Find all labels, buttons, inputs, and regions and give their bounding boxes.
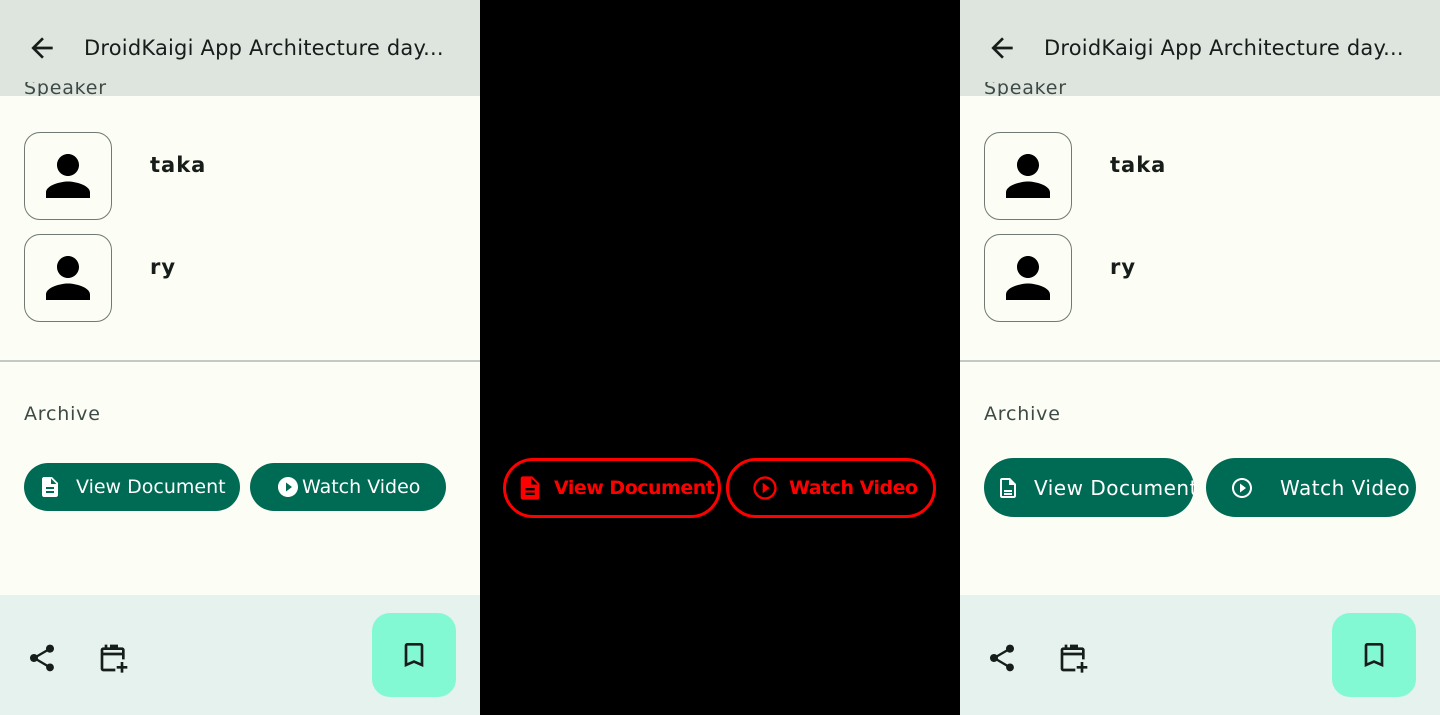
section-divider bbox=[960, 360, 1440, 362]
session-title: DroidKaigi App Architecture day... bbox=[1044, 36, 1404, 60]
speaker-avatar bbox=[24, 132, 112, 220]
speaker-name: taka bbox=[150, 153, 207, 177]
back-arrow-icon[interactable] bbox=[986, 32, 1018, 64]
watch-video-label: Watch Video bbox=[1280, 475, 1411, 500]
diff-watch-video-button: Watch Video bbox=[726, 458, 936, 518]
speaker-avatar bbox=[984, 234, 1072, 322]
archive-section-label: Archive bbox=[24, 403, 101, 425]
diff-panel bbox=[480, 0, 960, 715]
person-icon bbox=[46, 154, 90, 198]
view-document-button[interactable]: View Document bbox=[984, 458, 1197, 517]
session-detail-screen-actual: DroidKaigi App Architecture day... Speak… bbox=[960, 0, 1440, 715]
archive-section-label: Archive bbox=[984, 403, 1061, 425]
speaker-name: taka bbox=[1110, 153, 1167, 177]
document-icon bbox=[42, 477, 58, 497]
play-circle-icon bbox=[753, 476, 777, 500]
diff-watch-video-label: Watch Video bbox=[789, 477, 918, 499]
calendar-add-icon[interactable] bbox=[1058, 642, 1090, 674]
view-document-button[interactable]: View Document bbox=[24, 463, 240, 511]
watch-video-button[interactable]: Watch Video bbox=[1206, 458, 1416, 517]
screenshot-comparison: DroidKaigi App Architecture day... Speak… bbox=[0, 0, 1440, 715]
speaker-avatar bbox=[24, 234, 112, 322]
watch-video-label: Watch Video bbox=[302, 476, 421, 498]
view-document-label: View Document bbox=[76, 476, 226, 498]
play-circle-icon bbox=[278, 477, 298, 497]
speaker-section-label: Speaker bbox=[984, 82, 1067, 96]
diff-view-document-label: View Document bbox=[554, 477, 715, 499]
person-icon bbox=[1006, 256, 1050, 300]
bookmark-icon bbox=[404, 643, 424, 667]
bookmark-button[interactable] bbox=[1332, 613, 1416, 697]
share-icon[interactable] bbox=[26, 642, 58, 674]
speaker-section-label: Speaker bbox=[24, 82, 107, 96]
calendar-add-icon[interactable] bbox=[98, 642, 130, 674]
share-icon[interactable] bbox=[986, 642, 1018, 674]
speaker-name: ry bbox=[1110, 255, 1137, 279]
bottom-app-bar bbox=[960, 595, 1440, 715]
document-icon bbox=[520, 476, 540, 500]
person-icon bbox=[46, 256, 90, 300]
person-icon bbox=[1006, 154, 1050, 198]
speaker-name: ry bbox=[150, 255, 177, 279]
diff-view-document-button: View Document bbox=[503, 458, 721, 518]
watch-video-button[interactable]: Watch Video bbox=[250, 463, 446, 511]
document-icon bbox=[1000, 477, 1016, 498]
bottom-app-bar bbox=[0, 595, 480, 715]
section-divider bbox=[0, 360, 480, 362]
bookmark-icon bbox=[1364, 643, 1384, 667]
speaker-avatar bbox=[984, 132, 1072, 220]
session-detail-screen-expected: DroidKaigi App Architecture day... Speak… bbox=[0, 0, 480, 715]
back-arrow-icon[interactable] bbox=[26, 32, 58, 64]
view-document-label: View Document bbox=[1034, 475, 1198, 500]
play-circle-icon bbox=[1232, 477, 1252, 498]
bookmark-button[interactable] bbox=[372, 613, 456, 697]
session-title: DroidKaigi App Architecture day... bbox=[84, 36, 444, 60]
